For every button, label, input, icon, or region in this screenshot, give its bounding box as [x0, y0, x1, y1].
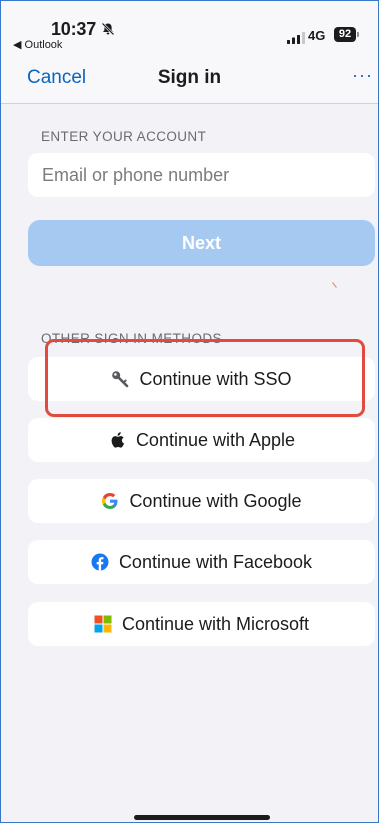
other-methods-label: OTHER SIGN IN METHODS — [41, 331, 222, 346]
email-input[interactable] — [28, 153, 375, 197]
enter-account-label: ENTER YOUR ACCOUNT — [41, 129, 207, 144]
facebook-button-label: Continue with Facebook — [118, 551, 313, 572]
microsoft-icon — [94, 615, 112, 633]
continue-with-apple-button[interactable]: Continue with Apple — [28, 418, 375, 462]
microsoft-button-label: Continue with Microsoft — [121, 613, 310, 634]
continue-with-microsoft-button[interactable]: Continue with Microsoft — [28, 602, 375, 646]
facebook-icon — [91, 553, 109, 571]
stray-mark — [332, 275, 337, 288]
continue-with-google-button[interactable]: Continue with Google — [28, 479, 375, 523]
battery-icon: 92 — [334, 27, 356, 42]
screen-frame: 10:37 ◀ Outlook 4G 92 Cancel Sign in ··· — [0, 0, 379, 823]
google-icon — [101, 492, 119, 510]
battery-tip — [357, 32, 359, 37]
continue-with-sso-button[interactable]: Continue with SSO — [28, 357, 375, 401]
next-button[interactable]: Next — [28, 220, 375, 266]
apple-icon — [108, 431, 126, 449]
navigation-bar: Cancel Sign in ··· — [1, 53, 378, 104]
home-indicator[interactable] — [134, 815, 270, 820]
network-type: 4G — [308, 28, 326, 43]
continue-with-facebook-button[interactable]: Continue with Facebook — [28, 540, 375, 584]
more-options-icon[interactable]: ··· — [352, 65, 373, 86]
page-title: Sign in — [157, 67, 222, 88]
sso-button-label: Continue with SSO — [139, 368, 292, 389]
cellular-signal-icon — [287, 31, 305, 44]
bell-muted-icon — [101, 22, 115, 36]
google-button-label: Continue with Google — [129, 490, 302, 511]
status-time: 10:37 — [51, 19, 97, 39]
back-to-app-link[interactable]: ◀ Outlook — [13, 38, 62, 51]
status-bar: 10:37 ◀ Outlook 4G 92 — [1, 1, 378, 53]
key-icon — [111, 370, 129, 388]
apple-button-label: Continue with Apple — [135, 429, 296, 450]
